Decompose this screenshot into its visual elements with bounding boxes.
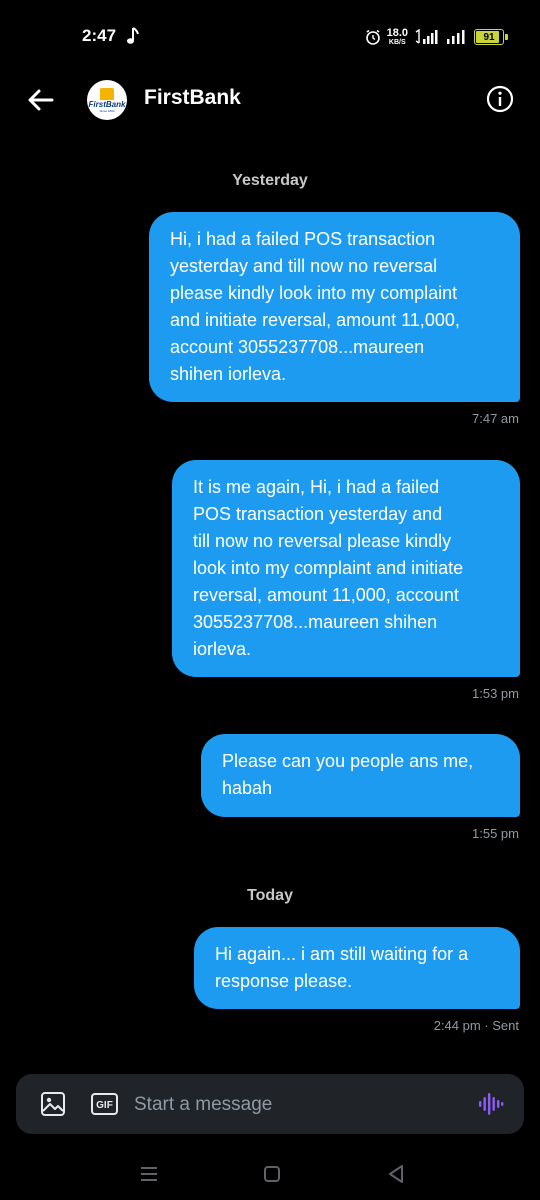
message-timestamp: 7:47 am bbox=[472, 411, 519, 426]
avatar-logo-since: Since 1894 bbox=[99, 108, 115, 113]
day-separator-today: Today bbox=[247, 887, 293, 904]
battery-cap bbox=[505, 34, 508, 40]
info-icon[interactable] bbox=[486, 85, 514, 113]
status-time: 2:47 bbox=[82, 26, 117, 45]
message-composer: GIF bbox=[16, 1074, 524, 1134]
network-speed-unit: KB/S bbox=[388, 39, 406, 46]
conversation-header: FirstBank Since 1894 FirstBank bbox=[0, 72, 540, 128]
music-note-icon bbox=[127, 27, 139, 44]
status-bar: 2:47 18.0 KB/S 91 bbox=[0, 0, 540, 72]
message-text: Hi again... i am still waiting for a res… bbox=[215, 944, 469, 991]
network-speed-value: 18.0 bbox=[386, 27, 408, 39]
firstbank-logo-icon bbox=[100, 87, 114, 100]
status-icons: 18.0 KB/S 91 bbox=[365, 26, 508, 48]
message-bubble[interactable]: Please can you people ans me, habah bbox=[201, 734, 520, 817]
message-timestamp: 1:55 pm bbox=[472, 826, 519, 841]
contact-name[interactable]: FirstBank bbox=[144, 86, 241, 110]
alarm-icon bbox=[365, 29, 380, 45]
message-text: It is me again, Hi, i had a failed POS t… bbox=[193, 477, 464, 659]
message-text: Hi, i had a failed POS transaction yeste… bbox=[170, 229, 460, 384]
message-bubble[interactable]: Hi, i had a failed POS transaction yeste… bbox=[149, 212, 520, 402]
hd-signal-icon bbox=[415, 29, 438, 44]
voice-message-icon[interactable] bbox=[478, 1091, 504, 1117]
home-icon[interactable] bbox=[260, 1162, 284, 1186]
signal-icon bbox=[447, 30, 465, 44]
battery-level: 91 bbox=[483, 31, 495, 43]
arrow-left-icon[interactable] bbox=[26, 86, 56, 114]
image-icon[interactable] bbox=[40, 1091, 66, 1117]
message-bubble[interactable]: It is me again, Hi, i had a failed POS t… bbox=[172, 460, 520, 677]
message-text: Please can you people ans me, habah bbox=[222, 751, 474, 798]
battery-icon: 91 bbox=[474, 29, 504, 45]
network-speed: 18.0 KB/S bbox=[386, 27, 408, 47]
avatar-logo-text: FirstBank bbox=[88, 99, 126, 109]
avatar[interactable]: FirstBank Since 1894 bbox=[87, 80, 127, 120]
message-input[interactable] bbox=[132, 1088, 456, 1122]
gif-label: GIF bbox=[96, 1100, 113, 1111]
day-separator-yesterday: Yesterday bbox=[232, 172, 308, 189]
message-timestamp: 1:53 pm bbox=[472, 686, 519, 701]
message-status: 2:44 pm · Sent bbox=[433, 1018, 519, 1033]
message-bubble[interactable]: Hi again... i am still waiting for a res… bbox=[194, 927, 520, 1009]
menu-icon[interactable] bbox=[137, 1162, 161, 1186]
back-nav-icon[interactable] bbox=[384, 1162, 408, 1186]
gif-icon[interactable]: GIF bbox=[91, 1093, 118, 1115]
system-navigation-bar bbox=[0, 1150, 540, 1200]
